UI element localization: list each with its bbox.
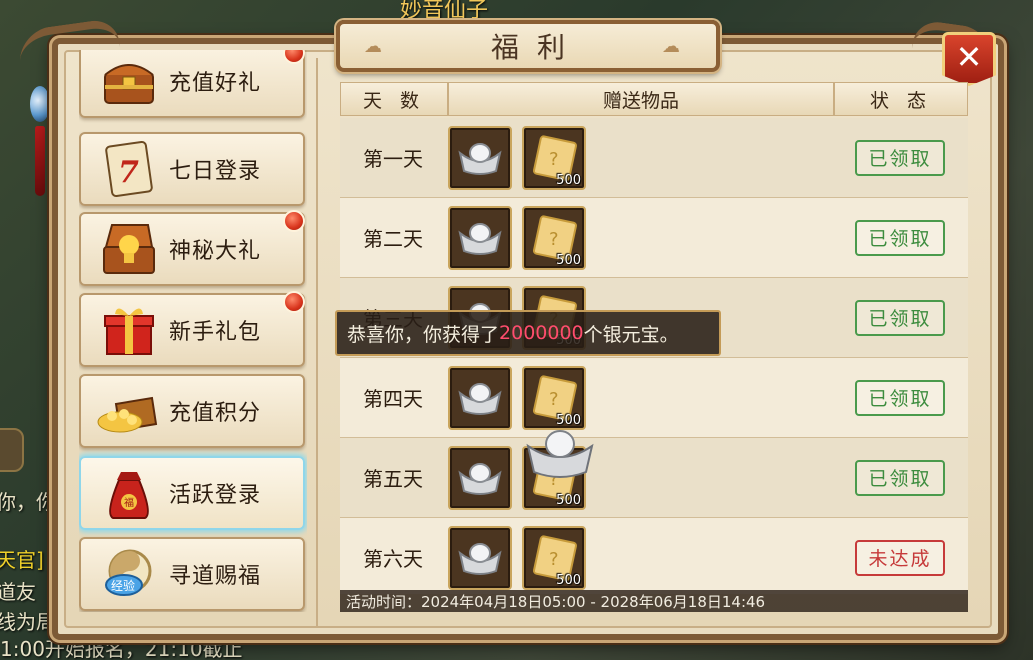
- notification-dot: [283, 210, 305, 232]
- event-time-bar: 活动时间：2024年04月18日05:00 - 2028年06月18日14:46: [340, 590, 968, 612]
- table-body[interactable]: 第一天 ?500 已领取 第二天 ?500 已领取 第三天 ?500 已领取: [340, 118, 968, 594]
- silver-ingot-icon: [458, 222, 502, 255]
- reward-items: ?500: [446, 445, 834, 510]
- pendant-decoration: [30, 70, 50, 200]
- cloud-ornament-icon: ☁: [364, 36, 382, 57]
- svg-text:?: ?: [549, 149, 559, 170]
- title-plate: ☁ 福利 ☁: [336, 20, 720, 72]
- svg-text:?: ?: [549, 549, 559, 570]
- day-label: 第二天: [363, 227, 423, 251]
- close-icon: ✕: [955, 38, 983, 76]
- day-label: 第五天: [363, 467, 423, 491]
- mystery-card-item[interactable]: ? 500: [522, 125, 586, 190]
- sidebar-item-label: 充值积分: [169, 401, 262, 426]
- day-label: 第一天: [363, 147, 423, 171]
- gift-box-icon: [93, 300, 165, 360]
- table-row: 第二天 ? 500 已领取: [340, 198, 968, 278]
- silver-ingot-icon: [458, 542, 502, 575]
- sidebar-item-active-login[interactable]: 福 活跃登录: [79, 456, 305, 530]
- cloud-ornament-icon: ☁: [662, 36, 680, 57]
- silver-ingot-item[interactable]: [448, 525, 512, 590]
- status-badge: 未达成: [855, 539, 945, 576]
- day-label: 第六天: [363, 547, 423, 571]
- sidebar-item-recharge-points[interactable]: 充值积分: [79, 374, 305, 448]
- calendar-7-icon: 7: [93, 139, 165, 199]
- chat-line: 道友: [0, 580, 36, 604]
- item-quantity: 500: [556, 572, 581, 588]
- status-badge: 已领取: [855, 299, 945, 336]
- reward-items: ? 500: [446, 125, 834, 190]
- item-quantity: 500: [556, 252, 581, 268]
- chat-line: 线为局: [0, 610, 56, 634]
- mystery-card-item[interactable]: ?500: [522, 365, 586, 430]
- column-header-day: 天 数: [362, 89, 426, 112]
- reward-items: ? 500: [446, 525, 834, 590]
- toast-amount: 2000000: [499, 322, 584, 344]
- table-row: 第六天 ? 500 未达成: [340, 518, 968, 594]
- reward-items: ? 500: [446, 205, 834, 270]
- gold-pile-icon: [93, 381, 165, 441]
- status-badge: 已领取: [855, 379, 945, 416]
- svg-text:经验: 经验: [111, 578, 135, 593]
- mystery-card-item[interactable]: ? 500: [522, 525, 586, 590]
- sidebar-item-seven-day-login[interactable]: 7 七日登录: [79, 132, 305, 206]
- sidebar-item-label: 神秘大礼: [169, 239, 262, 264]
- exp-orb-icon: 经验: [93, 544, 165, 604]
- close-button[interactable]: ✕: [942, 32, 996, 86]
- sidebar-item-label: 寻道赐福: [169, 564, 262, 589]
- event-time-text: 活动时间：2024年04月18日05:00 - 2028年06月18日14:46: [346, 592, 766, 611]
- table-row: 第一天 ? 500 已领取: [340, 118, 968, 198]
- sidebar-item-label: 活跃登录: [169, 483, 262, 508]
- notification-dot: [283, 291, 305, 313]
- svg-text:福: 福: [124, 496, 134, 509]
- day-label: 第四天: [363, 387, 423, 411]
- sidebar-item-mystery-gift[interactable]: 神秘大礼: [79, 210, 305, 286]
- sidebar: 充值好礼 7 七日登录 神秘大礼 新手礼包 充值积分 福 活跃登录 经验 寻道赐…: [79, 50, 307, 612]
- toast-suffix: 个银元宝。: [583, 323, 679, 346]
- table-row: 第四天 ? 500 已领取: [340, 358, 968, 438]
- silver-ingot-item[interactable]: [448, 125, 512, 190]
- mystery-card-item[interactable]: ? 500: [522, 205, 586, 270]
- reward-items: ?500: [446, 365, 834, 430]
- notification-dot: [283, 50, 305, 64]
- chat-line: 你，你: [0, 490, 56, 514]
- status-badge: 已领取: [855, 139, 945, 176]
- page-title: 福利: [490, 31, 583, 64]
- column-header-items: 赠送物品: [447, 83, 835, 115]
- lucky-bag-icon: 福: [93, 463, 165, 523]
- chat-line: 天官]: [0, 548, 44, 572]
- silver-ingot-icon: [526, 430, 594, 478]
- silver-ingot-item[interactable]: [448, 365, 512, 430]
- silver-ingot-item[interactable]: [448, 445, 512, 510]
- svg-text:7: 7: [118, 155, 139, 190]
- column-header-status: 状 态: [869, 89, 933, 112]
- open-chest-icon: [93, 219, 165, 279]
- svg-text:?: ?: [549, 389, 559, 410]
- silver-ingot-icon: [458, 382, 502, 415]
- chat-bubble-icon[interactable]: [0, 428, 24, 472]
- divider: [316, 58, 318, 628]
- table-header: 天 数 赠送物品 状 态: [340, 82, 968, 116]
- sidebar-item-recharge-gift[interactable]: 充值好礼: [79, 50, 305, 118]
- treasure-chest-icon: [93, 51, 165, 111]
- sidebar-item-label: 新手礼包: [169, 320, 262, 345]
- table-row: 第五天 ? 500 已领取: [340, 438, 968, 518]
- sidebar-item-newbie-pack[interactable]: 新手礼包: [79, 291, 305, 367]
- silver-ingot-item[interactable]: [448, 205, 512, 270]
- sidebar-item-seek-blessing[interactable]: 经验 寻道赐福: [79, 537, 305, 611]
- status-badge: 已领取: [855, 219, 945, 256]
- item-quantity: 500: [556, 492, 581, 508]
- reward-toast: 恭喜你，你获得了 2000000 个银元宝。: [335, 310, 721, 356]
- item-quantity: 500: [556, 172, 581, 188]
- svg-text:?: ?: [549, 229, 559, 250]
- status-badge: 已领取: [855, 459, 945, 496]
- silver-ingot-icon: [458, 462, 502, 495]
- sidebar-item-label: 七日登录: [169, 159, 262, 184]
- toast-prefix: 恭喜你，你获得了: [347, 323, 500, 346]
- silver-ingot-icon: [458, 142, 502, 175]
- sidebar-item-label: 充值好礼: [169, 71, 262, 96]
